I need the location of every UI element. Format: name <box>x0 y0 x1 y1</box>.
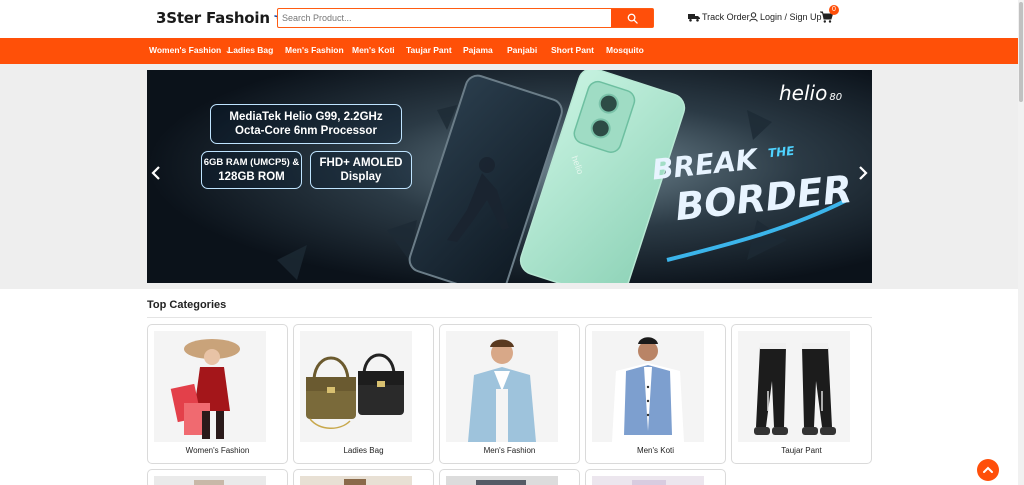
category-image-mens-fashion <box>446 331 558 442</box>
banner-ram-line2: 128GB ROM <box>218 171 285 183</box>
user-icon <box>749 12 758 22</box>
nav-item-taujar-pant[interactable]: Taujar Pant <box>406 45 452 55</box>
category-image-row2-3 <box>446 476 558 485</box>
track-order-label: Track Order <box>702 12 750 22</box>
search-input[interactable] <box>278 9 611 27</box>
banner-processor-line2: Octa-Core 6nm Processor <box>235 125 377 137</box>
category-image-row2-2 <box>300 476 412 485</box>
banner-brand-name: helio <box>779 81 828 105</box>
category-image-womens-fashion <box>154 331 266 442</box>
back-to-top-button[interactable] <box>977 459 999 481</box>
category-card-womens-fashion[interactable]: Women's Fashion <box>147 324 288 464</box>
search-button[interactable] <box>611 9 653 27</box>
chevron-up-icon <box>983 466 993 473</box>
search-bar <box>277 8 654 28</box>
track-order-link[interactable]: Track Order <box>688 10 750 24</box>
nav-item-panjabi[interactable]: Panjabi <box>507 45 537 55</box>
divider <box>147 317 872 318</box>
category-card-mens-koti[interactable]: Men's Koti <box>585 324 726 464</box>
site-header: 3Ster Fashoin Track Order <box>0 0 1024 38</box>
banner-ram-line1: 6GB RAM (UMCP5) & <box>203 157 300 168</box>
banner-display-box: FHD+ AMOLED Display <box>310 151 412 189</box>
nav-item-mens-fashion[interactable]: Men's Fashion <box>285 45 344 55</box>
category-card-taujar-pant[interactable]: Taujar Pant <box>731 324 872 464</box>
nav-item-short-pant[interactable]: Short Pant <box>551 45 594 55</box>
chevron-right-icon <box>859 166 868 180</box>
category-card-mens-fashion[interactable]: Men's Fashion <box>439 324 580 464</box>
hero-banner[interactable]: MediaTek Helio G99, 2.2GHz Octa-Core 6nm… <box>147 70 872 283</box>
banner-next-button[interactable] <box>858 166 868 185</box>
category-card-row2-1[interactable] <box>147 469 288 485</box>
nav-item-label: Women's Fashion <box>149 45 222 55</box>
top-categories-title: Top Categories <box>147 299 227 311</box>
page-scrollbar[interactable] <box>1018 0 1024 485</box>
banner-ram-box: 6GB RAM (UMCP5) & 128GB ROM <box>201 151 302 189</box>
banner-the-text: THE <box>767 143 796 161</box>
chevron-left-icon <box>151 166 160 180</box>
category-label: Men's Fashion <box>483 446 536 455</box>
category-image-row2-4 <box>592 476 704 485</box>
nav-item-pajama[interactable]: Pajama <box>463 45 493 55</box>
category-image-ladies-bag <box>300 331 412 442</box>
scrollbar-thumb[interactable] <box>1019 2 1023 102</box>
banner-processor-line1: MediaTek Helio G99, 2.2GHz <box>229 111 383 123</box>
banner-display-line1: FHD+ AMOLED <box>319 157 403 169</box>
banner-display-line2: Display <box>340 171 382 183</box>
category-label: Women's Fashion <box>185 446 250 455</box>
truck-icon <box>688 13 700 22</box>
category-card-row2-3[interactable] <box>439 469 580 485</box>
category-label: Men's Koti <box>636 446 675 455</box>
cart-count-badge: 0 <box>829 5 839 15</box>
logo-text: 3Ster Fashoin <box>156 9 270 27</box>
nav-item-womens-fashion[interactable]: Women's Fashion ⌄ <box>149 45 231 55</box>
category-card-ladies-bag[interactable]: Ladies Bag <box>293 324 434 464</box>
login-label: Login / Sign Up <box>760 12 822 22</box>
search-icon <box>627 13 638 24</box>
banner-prev-button[interactable] <box>151 166 161 185</box>
category-label: Taujar Pant <box>781 446 822 455</box>
banner-brand-number: 80 <box>829 92 843 103</box>
login-signup-link[interactable]: Login / Sign Up <box>749 10 822 24</box>
category-image-row2-1 <box>154 476 266 485</box>
category-label: Ladies Bag <box>343 446 384 455</box>
banner-brand: helio 80 <box>779 81 842 105</box>
category-image-taujar-pant <box>738 331 850 442</box>
site-logo[interactable]: 3Ster Fashoin <box>156 7 291 29</box>
category-nav: Women's Fashion ⌄ Ladies Bag Men's Fashio… <box>0 38 1018 64</box>
cart-button[interactable]: 0 <box>820 5 840 26</box>
nav-item-mosquito[interactable]: Mosquito <box>606 45 644 55</box>
category-image-mens-koti <box>592 331 704 442</box>
category-card-row2-2[interactable] <box>293 469 434 485</box>
banner-processor-box: MediaTek Helio G99, 2.2GHz Octa-Core 6nm… <box>210 104 402 144</box>
category-card-row2-4[interactable] <box>585 469 726 485</box>
nav-item-mens-koti[interactable]: Men's Koti <box>352 45 395 55</box>
nav-item-ladies-bag[interactable]: Ladies Bag <box>228 45 273 55</box>
